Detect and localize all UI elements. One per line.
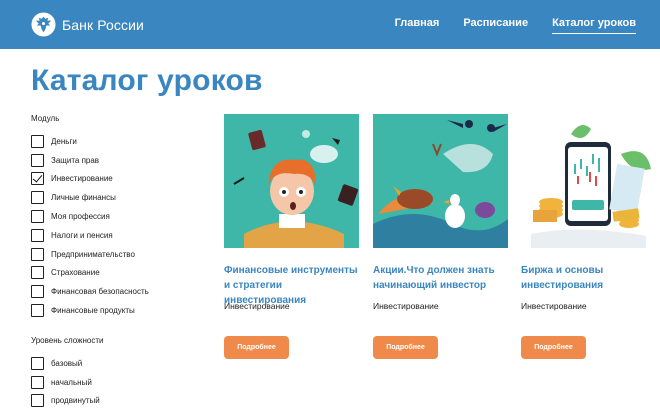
filter-option[interactable]: начальный [31, 373, 201, 392]
checkbox[interactable] [31, 285, 44, 299]
logo[interactable]: Банк России [31, 12, 144, 37]
card-title[interactable]: Акции.Что должен знать начинающий инвест… [373, 263, 508, 293]
card-title[interactable]: Биржа и основы инвестирования [521, 263, 656, 293]
top-header: Банк России Главная Расписание Каталог у… [0, 0, 660, 49]
filter-option[interactable]: Предпринимательство [31, 245, 201, 264]
checkbox[interactable] [31, 210, 44, 224]
filter-option[interactable]: Финансовая безопасность [31, 282, 201, 301]
card-tag: Инвестирование [521, 301, 587, 311]
lesson-card[interactable]: Акции.Что должен знать начинающий инвест… [373, 114, 508, 359]
filter-option-label: Инвестирование [51, 174, 113, 184]
filter-option-label: Финансовые продукты [51, 306, 135, 316]
checkbox[interactable] [31, 191, 44, 205]
details-button[interactable]: Подробнее [521, 336, 586, 359]
eagle-emblem-icon [31, 12, 56, 37]
checkbox[interactable] [31, 394, 44, 408]
card-title[interactable]: Финансовые инструменты и стратегии инвес… [224, 263, 359, 306]
filter-option-label: Защита прав [51, 155, 100, 165]
filter-option[interactable]: базовый [31, 354, 201, 373]
filter-group-title-level: Уровень сложности [31, 335, 104, 345]
filter-option[interactable]: Налоги и пенсия [31, 226, 201, 245]
stock-phone-illustration-image [521, 114, 656, 248]
birds-illustration-image [373, 114, 508, 248]
filter-option[interactable]: продвинутый [31, 392, 201, 411]
filter-option-label: Предпринимательство [51, 249, 135, 259]
page-title: Каталог уроков [31, 64, 263, 97]
filter-option-label: Страхование [51, 268, 100, 278]
checkbox[interactable] [31, 304, 44, 318]
filter-option[interactable]: Деньги [31, 132, 201, 151]
lesson-card[interactable]: Биржа и основы инвестирования Инвестиров… [521, 114, 656, 359]
checkbox[interactable] [31, 356, 44, 370]
checkbox[interactable] [31, 375, 44, 389]
filter-option-label: Финансовая безопасность [51, 287, 149, 297]
nav-catalog[interactable]: Каталог уроков [552, 17, 636, 34]
details-button[interactable]: Подробнее [224, 336, 289, 359]
checkbox[interactable] [31, 134, 44, 148]
checkbox[interactable] [31, 266, 44, 280]
filter-option-label: продвинутый [51, 396, 100, 406]
checkbox[interactable] [31, 172, 44, 186]
lesson-card[interactable]: Финансовые инструменты и стратегии инвес… [224, 114, 359, 359]
filter-option[interactable]: Финансовые продукты [31, 301, 201, 320]
boy-illustration-image [224, 114, 359, 248]
filter-option[interactable]: Страхование [31, 264, 201, 283]
filter-option-label: базовый [51, 358, 83, 368]
filter-group-title-module: Модуль [31, 114, 60, 123]
checkbox[interactable] [31, 228, 44, 242]
nav-home[interactable]: Главная [395, 17, 440, 34]
filter-option-label: Личные финансы [51, 193, 116, 203]
filter-option-label: Налоги и пенсия [51, 230, 113, 240]
module-filter-list: Деньги Защита прав Инвестирование Личные фи… [31, 132, 201, 320]
filter-option[interactable]: Инвестирование [31, 170, 201, 189]
filter-option[interactable]: Моя профессия [31, 207, 201, 226]
filter-option-label: Моя профессия [51, 212, 110, 222]
checkbox[interactable] [31, 153, 44, 167]
card-tag: Инвестирование [373, 301, 439, 311]
filter-option[interactable]: Защита прав [31, 151, 201, 170]
logo-text: Банк России [62, 16, 144, 33]
filter-option[interactable]: Личные финансы [31, 188, 201, 207]
details-button[interactable]: Подробнее [373, 336, 438, 359]
filter-option-label: начальный [51, 377, 92, 387]
main-nav: Главная Расписание Каталог уроков [371, 17, 636, 34]
nav-schedule[interactable]: Расписание [463, 17, 528, 34]
level-filter-list: базовый начальный продвинутый [31, 354, 201, 410]
checkbox[interactable] [31, 247, 44, 261]
filter-option-label: Деньги [51, 136, 77, 146]
filter-panel: Модуль Деньги Защита прав Инвестирование Ли… [31, 114, 201, 410]
